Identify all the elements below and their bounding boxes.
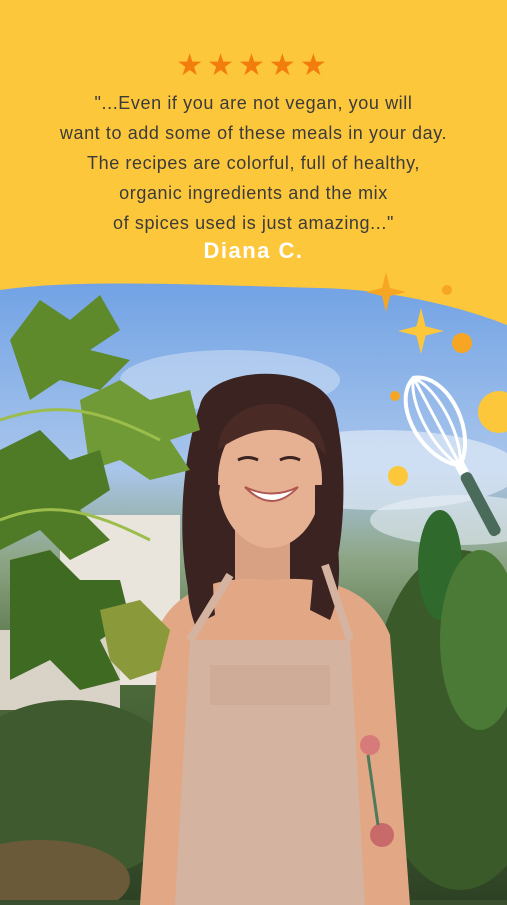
review-author: Diana C.	[203, 238, 304, 263]
quote-line: of spices used is just amazing..."	[113, 213, 394, 233]
sparkle-star-icon	[366, 272, 406, 312]
rating-stars: ★★★★★	[176, 48, 331, 83]
papaya-leaves	[0, 295, 200, 690]
review-quote: "...Even if you are not vegan, you will …	[20, 88, 487, 238]
whisk-icon	[403, 375, 501, 537]
dot	[452, 333, 472, 353]
quote-line: "...Even if you are not vegan, you will	[94, 93, 413, 113]
sparkle-star-icon	[398, 308, 444, 354]
dot	[442, 285, 452, 295]
quote-line: want to add some of these meals in your …	[59, 123, 448, 143]
quote-line: The recipes are colorful, full of health…	[86, 153, 421, 173]
quote-line: organic ingredients and the mix	[119, 183, 388, 203]
